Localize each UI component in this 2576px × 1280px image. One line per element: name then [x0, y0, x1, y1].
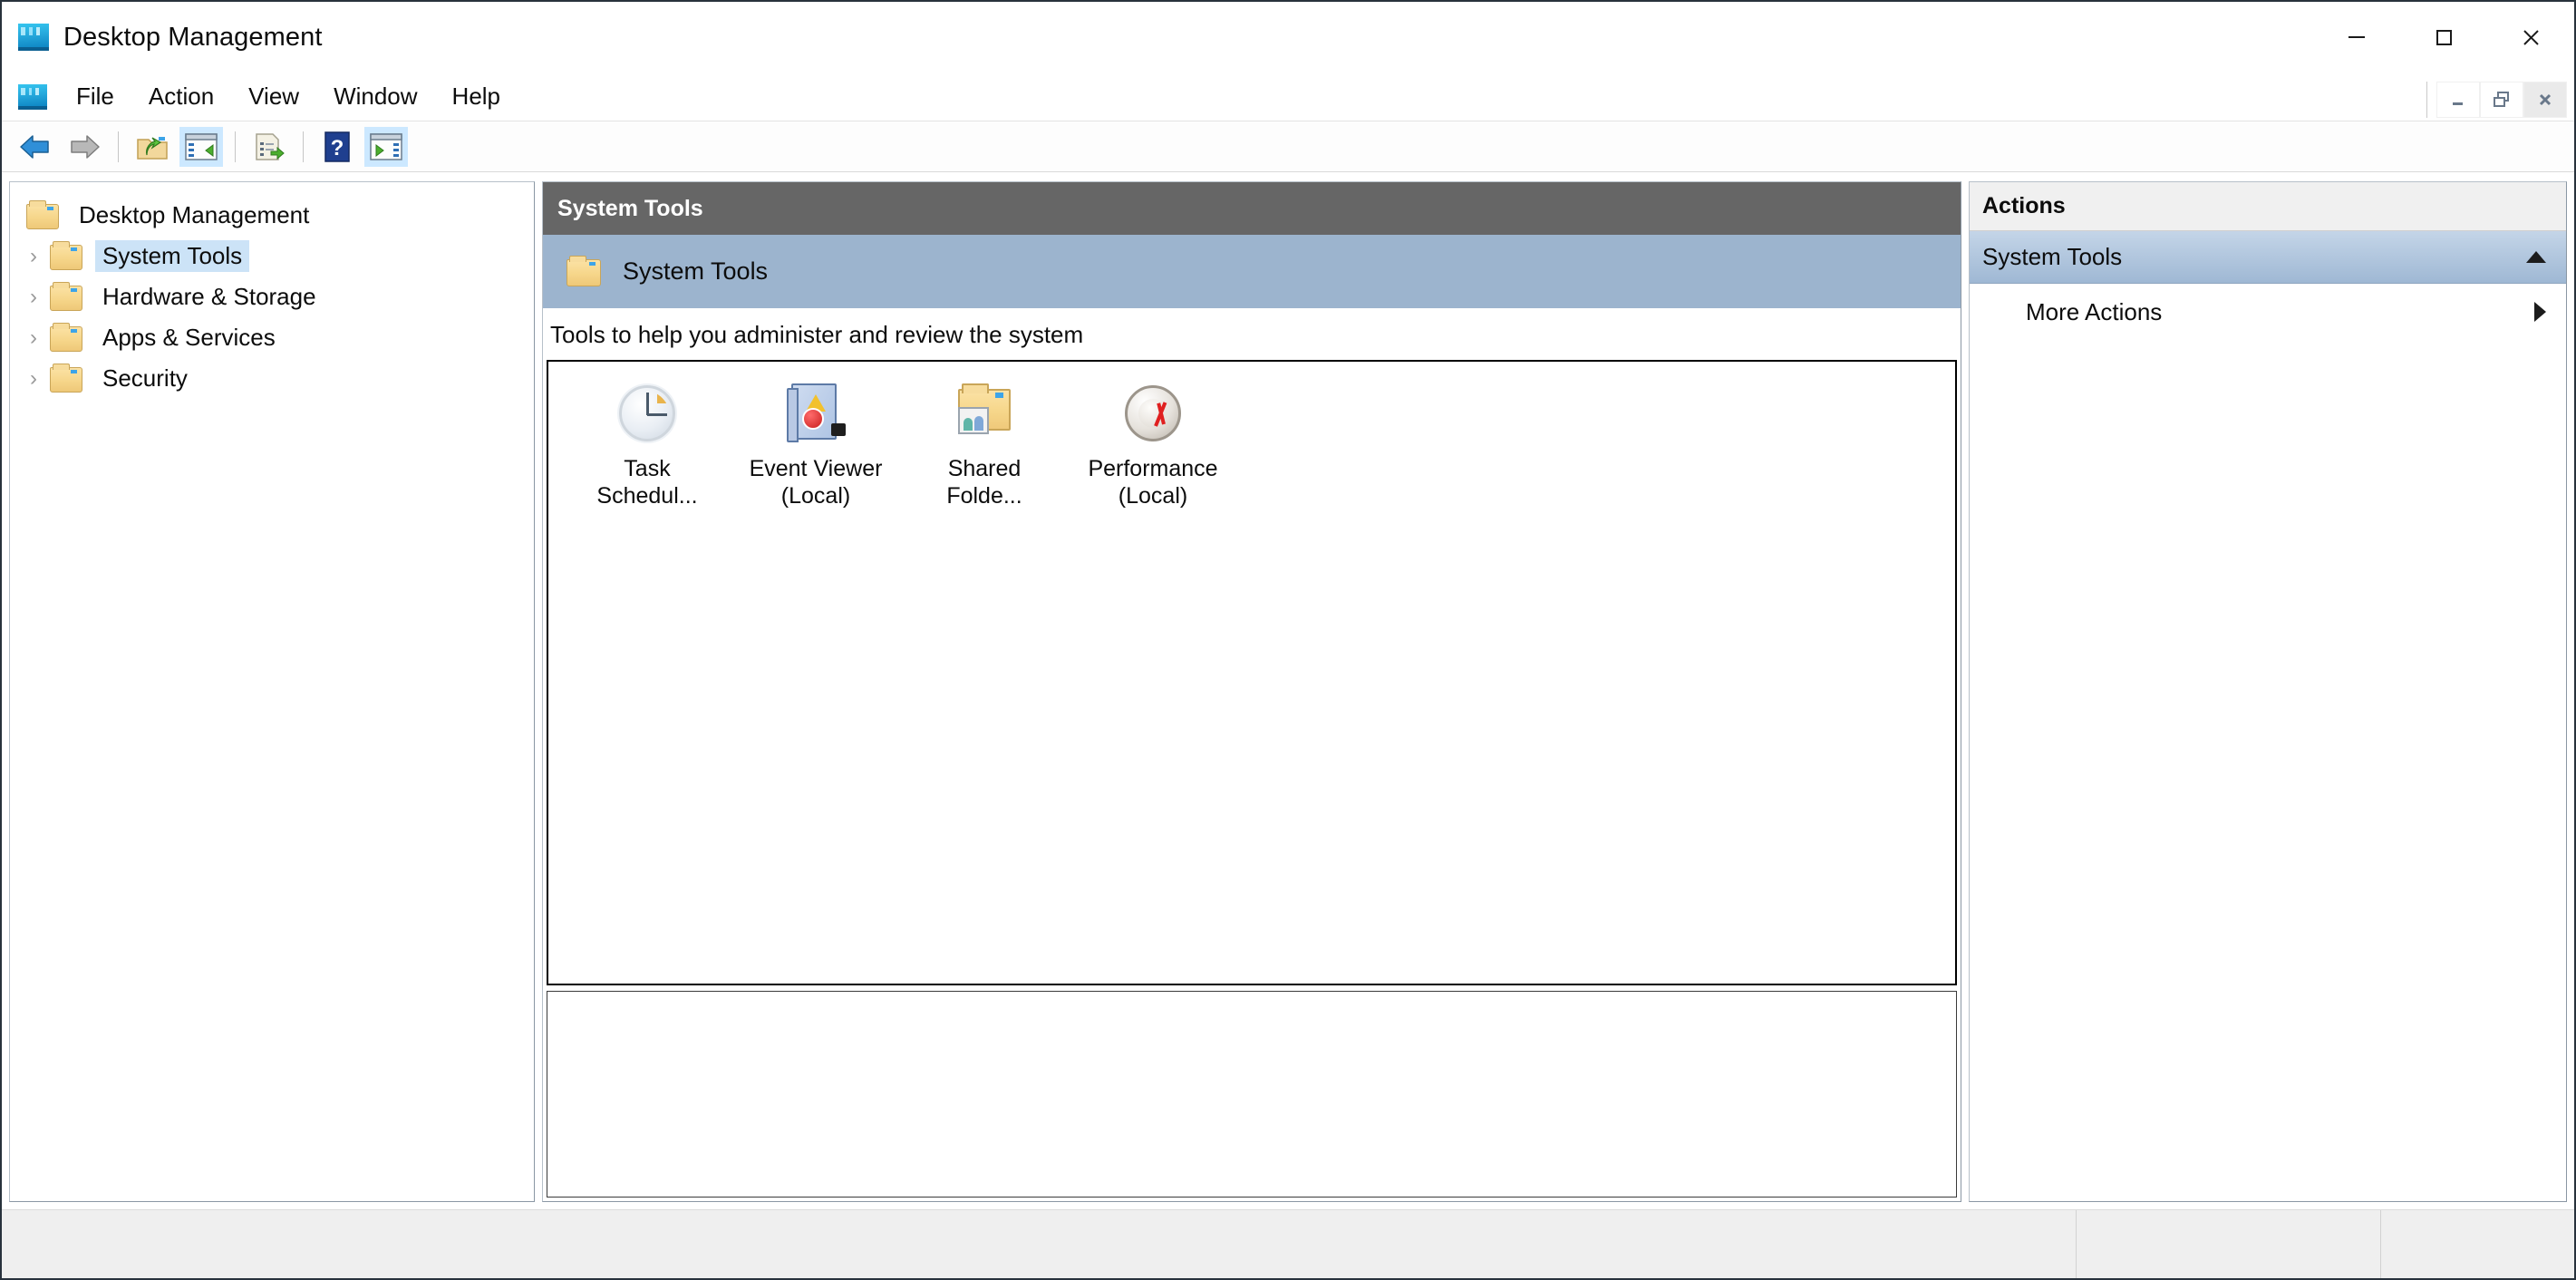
tree-item-apps-services[interactable]: › Apps & Services	[10, 317, 534, 358]
folder-icon	[50, 281, 84, 311]
toolbar-separator-2	[235, 131, 236, 162]
console-tree: Desktop Management › System Tools › Hard…	[10, 182, 534, 399]
chevron-right-icon[interactable]: ›	[17, 326, 50, 349]
actions-header: Actions	[1970, 182, 2566, 231]
up-one-level-button[interactable]	[131, 127, 174, 167]
item-label-line2: (Local)	[780, 482, 851, 509]
title-bar: Desktop Management	[2, 2, 2574, 73]
tree-item-system-tools[interactable]: › System Tools	[10, 236, 534, 276]
status-bar	[2, 1209, 2574, 1278]
main-description: Tools to help you administer and review …	[543, 309, 1961, 360]
actions-header-label: Actions	[1982, 193, 2066, 218]
task-scheduler-item[interactable]: Task Schedul...	[563, 374, 731, 509]
console-tree-pane: Desktop Management › System Tools › Hard…	[9, 181, 535, 1202]
chevron-right-icon[interactable]: ›	[17, 367, 50, 390]
actions-pane: Actions System Tools More Actions	[1969, 181, 2567, 1202]
application-window: Desktop Management File Action View Wind…	[0, 0, 2576, 1280]
triangle-up-icon[interactable]	[2526, 251, 2546, 263]
actions-group-system-tools[interactable]: System Tools	[1970, 231, 2566, 284]
gauge-icon	[1118, 380, 1188, 451]
forward-button[interactable]	[63, 127, 106, 167]
performance-item[interactable]: Performance (Local)	[1069, 374, 1237, 509]
more-actions-label: More Actions	[2026, 297, 2163, 325]
folder-icon	[26, 199, 61, 229]
tree-item-label: Apps & Services	[102, 324, 276, 351]
help-button[interactable]: ?	[315, 127, 359, 167]
item-label-line2: Schedul...	[596, 482, 698, 509]
mdi-minimize-button[interactable]	[2436, 82, 2480, 118]
folder-icon	[50, 240, 84, 270]
clock-icon	[612, 380, 683, 451]
tree-item-hardware-storage[interactable]: › Hardware & Storage	[10, 276, 534, 317]
window-title: Desktop Management	[63, 22, 323, 52]
toolbar-separator-3	[303, 131, 304, 162]
toolbar-separator	[118, 131, 119, 162]
menu-bar: File Action View Window Help	[2, 73, 2574, 121]
minimize-button[interactable]	[2313, 2, 2400, 73]
main-banner: System Tools	[543, 235, 1961, 309]
item-label-line1: Shared	[947, 456, 1022, 481]
window-controls	[2313, 2, 2574, 73]
show-hide-console-tree-button[interactable]	[179, 126, 223, 167]
back-button[interactable]	[14, 127, 57, 167]
status-segment-1	[2, 1210, 2076, 1278]
main-header-title: System Tools	[557, 195, 703, 221]
shared-folder-icon	[949, 380, 1020, 451]
item-label-line1: Task	[624, 456, 671, 481]
mdi-close-button[interactable]	[2523, 82, 2567, 118]
svg-text:?: ?	[331, 136, 344, 160]
content-area: Desktop Management › System Tools › Hard…	[2, 172, 2574, 1209]
export-list-button[interactable]	[247, 127, 291, 167]
actions-group-label: System Tools	[1982, 243, 2123, 270]
show-hide-action-pane-button[interactable]	[364, 126, 408, 167]
folder-icon	[567, 255, 603, 286]
menu-window[interactable]: Window	[317, 77, 433, 116]
chevron-right-icon[interactable]: ›	[17, 286, 50, 308]
main-banner-title: System Tools	[623, 257, 769, 285]
menu-file[interactable]: File	[60, 77, 131, 116]
tree-item-label: System Tools	[95, 240, 250, 272]
tree-root-label: Desktop Management	[79, 201, 310, 228]
console-icon	[18, 24, 49, 51]
mdi-restore-button[interactable]	[2480, 82, 2523, 118]
folder-icon	[50, 363, 84, 393]
item-label-line2: Folde...	[946, 482, 1022, 509]
menu-help[interactable]: Help	[436, 77, 517, 116]
toolbar: ?	[2, 121, 2574, 172]
main-header: System Tools	[543, 182, 1961, 235]
tree-root-desktop-management[interactable]: Desktop Management	[10, 195, 534, 236]
main-detail-pane	[547, 991, 1957, 1198]
triangle-right-icon[interactable]	[2534, 302, 2546, 322]
menu-action[interactable]: Action	[132, 77, 230, 116]
item-label-line1: Performance	[1088, 456, 1218, 481]
status-segment-3	[2380, 1210, 2574, 1278]
menu-view[interactable]: View	[232, 77, 315, 116]
tree-item-label: Security	[102, 364, 188, 392]
tree-item-label: Hardware & Storage	[102, 283, 316, 310]
tools-list[interactable]: Task Schedul... Event Viewer (Local) Sha…	[547, 360, 1957, 985]
tree-item-security[interactable]: › Security	[10, 358, 534, 399]
more-actions-item[interactable]: More Actions	[1970, 284, 2566, 340]
close-button[interactable]	[2487, 2, 2574, 73]
item-label-line1: Event Viewer	[749, 456, 883, 481]
console-icon-small	[18, 83, 47, 110]
status-segment-2	[2076, 1210, 2380, 1278]
folder-icon	[50, 322, 84, 352]
item-label-line2: (Local)	[1118, 482, 1188, 509]
event-log-icon	[780, 380, 851, 451]
main-pane: System Tools System Tools Tools to help …	[542, 181, 1961, 1202]
shared-folders-item[interactable]: Shared Folde...	[900, 374, 1069, 509]
event-viewer-item[interactable]: Event Viewer (Local)	[731, 374, 900, 509]
chevron-right-icon[interactable]: ›	[17, 245, 50, 267]
maximize-button[interactable]	[2400, 2, 2487, 73]
mdi-window-controls	[2426, 82, 2567, 118]
